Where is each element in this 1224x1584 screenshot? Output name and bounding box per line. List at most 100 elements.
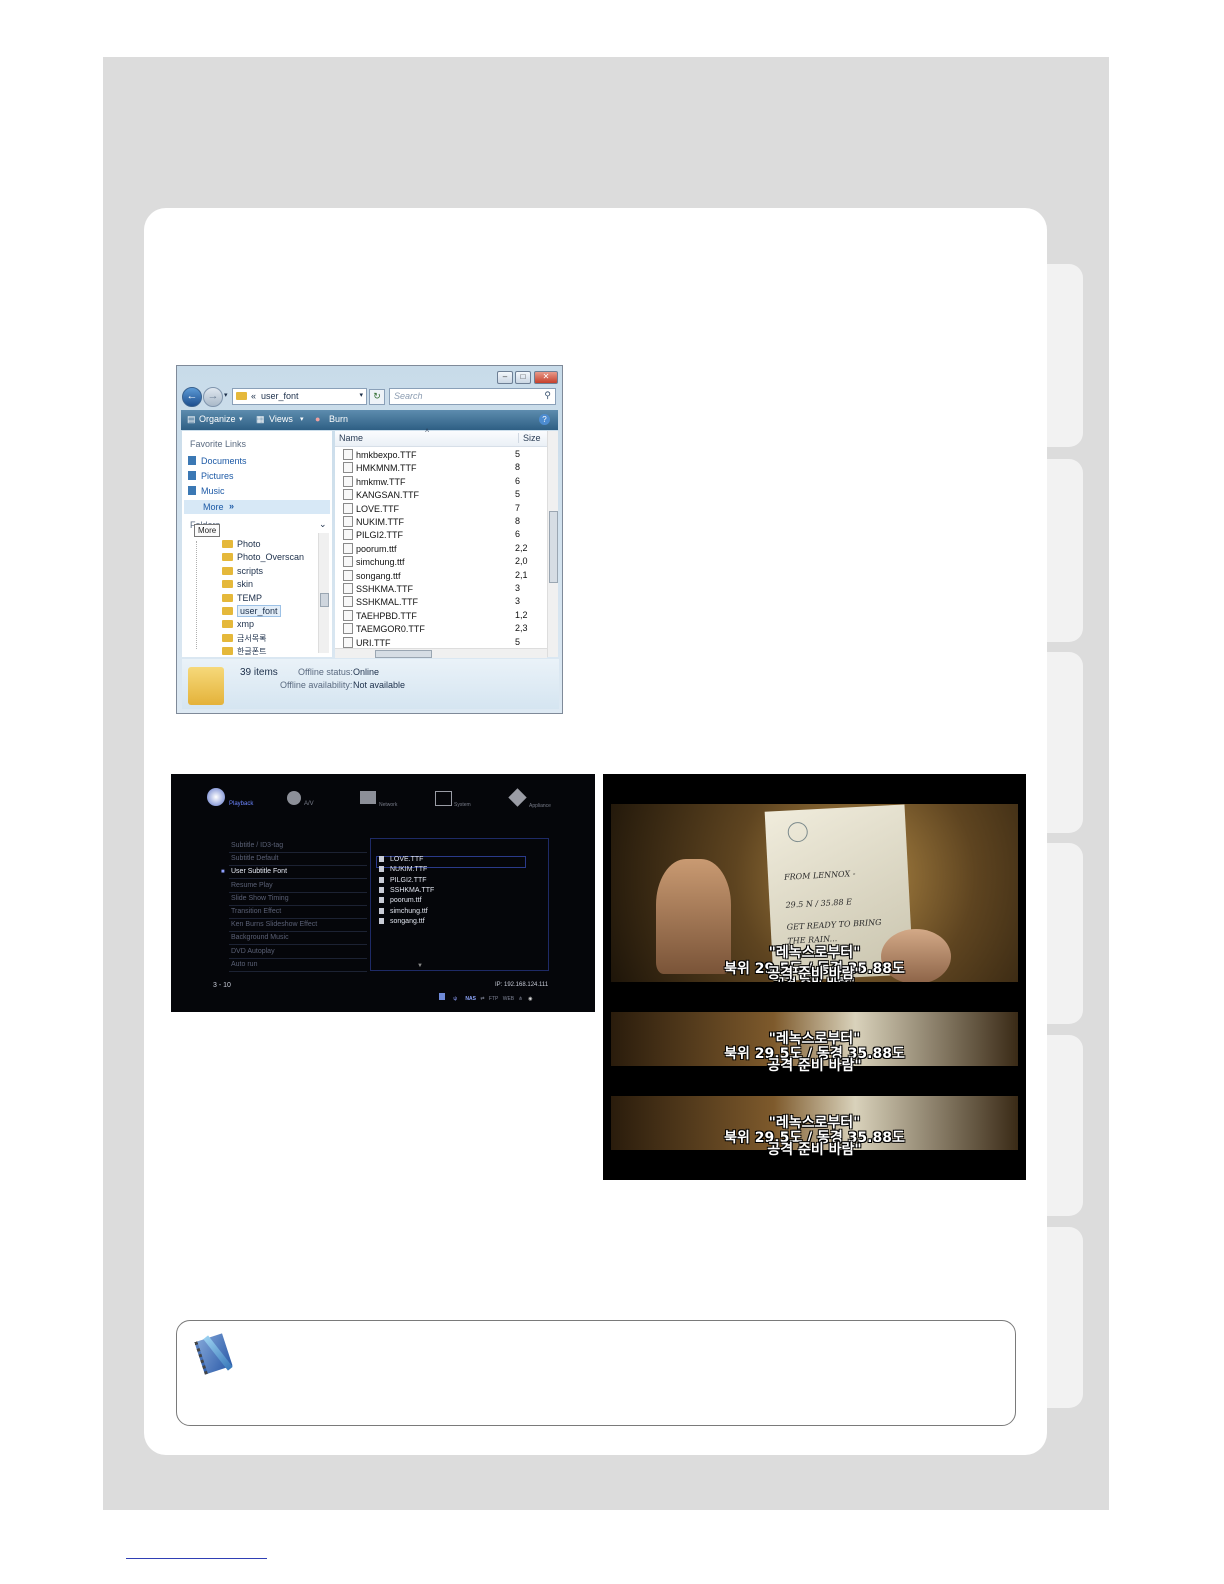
maximize-button[interactable]: □ [515, 371, 531, 384]
tab-playback[interactable]: Playback [229, 801, 253, 807]
tree-item-selected[interactable]: user_font [222, 604, 304, 619]
favorite-link-documents[interactable]: Documents [188, 456, 247, 466]
handwriting-line: FROM LENNOX - [783, 869, 856, 882]
tree-item[interactable]: 금서목록 [222, 633, 304, 646]
font-list-item[interactable]: poorum.ttf [379, 897, 422, 904]
history-dropdown-icon[interactable]: ▾ [224, 391, 228, 399]
file-row[interactable]: HMKMNM.TTF [343, 462, 417, 475]
search-input[interactable]: Search ⚲ [389, 388, 556, 405]
settings-menu-item[interactable]: Subtitle Default [229, 853, 367, 867]
settings-menu-item[interactable]: Resume Play [229, 880, 367, 893]
file-row[interactable]: LOVE.TTF [343, 502, 400, 516]
font-list-item[interactable]: NUKIM.TTF [379, 866, 427, 873]
file-row[interactable]: SSHKMA.TTF [343, 583, 413, 596]
file-name: LOVE.TTF [356, 503, 400, 514]
file-row[interactable]: songang.ttf [343, 569, 401, 583]
offline-availability-value: Not available [353, 680, 406, 690]
favorite-link-pictures[interactable]: Pictures [188, 471, 234, 481]
folder-icon [222, 606, 233, 615]
close-button[interactable]: ✕ [534, 371, 558, 384]
font-file-icon [343, 502, 353, 514]
search-icon[interactable]: ⚲ [544, 390, 551, 401]
file-row[interactable]: poorum.ttf [343, 542, 397, 556]
help-icon[interactable]: ? [539, 414, 550, 425]
tree-item[interactable]: xmp [222, 619, 304, 632]
chevron-down-icon[interactable]: ▾ [300, 415, 304, 423]
chevron-down-icon[interactable]: ▾ [359, 391, 363, 399]
font-list-panel: LOVE.TTF NUKIM.TTF PILGI2.TTF SSHKMA.TTF poo… [370, 838, 549, 971]
settings-menu-item[interactable]: Subtitle / ID3-tag [229, 840, 367, 853]
settings-menu-item[interactable]: Background Music [229, 932, 367, 946]
font-list-item[interactable]: simchung.ttf [379, 907, 428, 915]
name-column-header[interactable]: Name [339, 433, 363, 443]
menu-item-label: Slide Show Timing [231, 894, 289, 902]
settings-menu-item[interactable]: Transition Effect [229, 906, 367, 919]
font-list-item[interactable]: PILGI2.TTF [379, 876, 427, 884]
file-row[interactable]: TAEMGOR0.TTF [343, 623, 425, 636]
back-arrow-icon[interactable]: ← [182, 387, 202, 407]
views-icon: ▦ [256, 414, 265, 424]
explorer-toolbar: ▤ Organize ▾ ▦ Views ▾ ● Burn ? [181, 410, 558, 430]
ip-address: IP: 192.168.124.111 [495, 982, 549, 988]
file-row[interactable]: hmkmw.TTF [343, 475, 406, 489]
scrollbar-thumb[interactable] [375, 650, 432, 658]
minimize-button[interactable]: – [497, 371, 513, 384]
refresh-icon[interactable]: ↻ [369, 389, 385, 405]
scrollbar-thumb[interactable] [549, 511, 558, 583]
file-row[interactable]: SSHKMAL.TTF [343, 596, 418, 609]
settings-menu-item[interactable]: DVD Autoplay [229, 946, 367, 959]
tree-scrollbar[interactable] [318, 533, 329, 653]
tab-network[interactable]: Network [379, 802, 397, 808]
ftp-status: FTP [488, 996, 499, 1002]
address-bar[interactable]: « user_font ▾ [232, 388, 367, 405]
organize-button[interactable]: Organize [199, 414, 236, 424]
file-row[interactable]: simchung.ttf [343, 556, 405, 569]
forward-arrow-icon[interactable]: → [203, 387, 223, 407]
address-text: user_font [261, 391, 299, 401]
tab-system[interactable]: System [454, 802, 471, 808]
chevron-down-icon[interactable]: ▾ [239, 415, 243, 423]
menu-item-label: DVD Autoplay [231, 947, 275, 955]
font-list-item[interactable]: songang.ttf [379, 917, 425, 925]
web-status: WEB [502, 996, 515, 1002]
file-row[interactable]: PILGI2.TTF [343, 529, 403, 542]
size-column-header[interactable]: Size [518, 433, 541, 443]
tree-item[interactable]: scripts [222, 566, 304, 579]
file-row[interactable]: TAEHPBD.TTF [343, 609, 417, 623]
tree-item[interactable]: Photo [222, 539, 304, 552]
favorite-link-more[interactable]: More » [184, 500, 330, 514]
tree-item-label: skin [237, 579, 254, 590]
favorite-link-label: Documents [201, 456, 247, 466]
file-name: poorum.ttf [356, 543, 397, 554]
file-row[interactable]: KANGSAN.TTF [343, 489, 419, 502]
favorite-link-label: More [203, 502, 224, 512]
file-size: 3 [515, 596, 521, 607]
chevron-down-icon[interactable]: ⌄ [319, 519, 327, 530]
views-button[interactable]: Views [269, 414, 293, 424]
tab-appliance[interactable]: Appliance [529, 803, 551, 809]
tree-item[interactable]: skin [222, 579, 304, 592]
horizontal-scrollbar[interactable] [335, 648, 547, 658]
settings-menu-item[interactable]: Auto run [229, 959, 367, 972]
tree-item[interactable]: 한글폰트 [222, 646, 304, 659]
more-indicator-icon: ▼ [417, 963, 423, 969]
pictures-icon [188, 471, 196, 480]
tree-item[interactable]: TEMP [222, 593, 304, 606]
folder-icon [222, 593, 233, 602]
file-row[interactable]: NUKIM.TTF [343, 516, 404, 529]
file-row[interactable]: hmkbexpo.TTF [343, 449, 417, 462]
settings-menu-item[interactable]: Slide Show Timing [229, 893, 367, 906]
menu-item-label: Subtitle Default [231, 855, 279, 863]
font-list-item[interactable]: SSHKMA.TTF [379, 886, 434, 894]
scrollbar-thumb[interactable] [320, 593, 329, 607]
font-list-item[interactable]: LOVE.TTF [379, 856, 423, 863]
tree-item[interactable]: Photo_Overscan [222, 552, 304, 565]
vertical-scrollbar[interactable] [547, 431, 558, 657]
burn-button[interactable]: Burn [329, 414, 348, 424]
tab-av[interactable]: A/V [304, 801, 314, 807]
file-name: hmkbexpo.TTF [356, 450, 417, 460]
navigation-pane: Favorite Links Documents Pictures Music … [182, 431, 332, 657]
settings-menu-item[interactable]: User Subtitle Font [229, 866, 367, 880]
favorite-link-music[interactable]: Music [188, 486, 225, 496]
settings-menu-item[interactable]: Ken Burns Slideshow Effect [229, 919, 367, 933]
